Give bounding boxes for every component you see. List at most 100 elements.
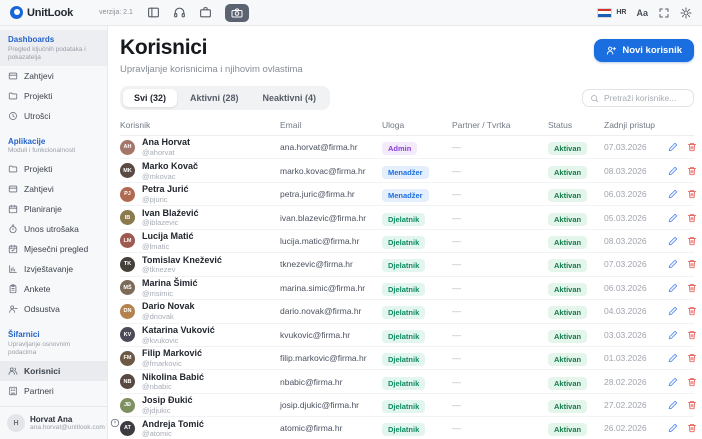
user-name: Ana Horvat — [142, 137, 191, 148]
status-badge: Aktivan — [548, 212, 588, 226]
user-name-block: Andreja Tomić @atomic — [142, 419, 204, 439]
fullscreen-icon[interactable] — [658, 7, 670, 19]
flag-hr-icon[interactable] — [597, 7, 613, 18]
sidebar-item-unos-utro-aka[interactable]: Unos utrošaka — [0, 219, 107, 239]
delete-button[interactable] — [687, 213, 697, 223]
user-handle: @dnovak — [142, 312, 174, 322]
tab-2[interactable]: Neaktivni (4) — [252, 89, 328, 107]
partner-value: — — [452, 142, 461, 153]
language-label[interactable]: HR — [616, 9, 626, 16]
table-row: JĐ Josip Đukić @jdjukic josip.djukic@firma.… — [120, 394, 697, 418]
sidebar-sections: Dashboards Pregled ključnih podataka i po… — [0, 26, 107, 406]
delete-button[interactable] — [687, 166, 697, 176]
edit-button[interactable] — [668, 259, 678, 269]
status-badge: Aktivan — [548, 165, 588, 179]
last-access-date: 26.02.2026 — [604, 423, 647, 434]
sidebar-item-partneri[interactable]: Partneri — [0, 381, 107, 401]
delete-button[interactable] — [687, 142, 697, 152]
sidebar-user-panel[interactable]: H Horvat Ana ana.horvat@unitlook.com — [0, 406, 131, 439]
sidebar-item-planiranje[interactable]: Planiranje — [0, 199, 107, 219]
role-cell: Menadžer — [382, 185, 452, 203]
avatar: LM — [120, 233, 135, 249]
sidebar-item-label: Projekti — [24, 164, 53, 175]
last-access-date: 03.03.2026 — [604, 329, 647, 340]
edit-button[interactable] — [668, 353, 678, 363]
role-badge: Djelatnik — [382, 353, 426, 367]
search-input[interactable] — [604, 93, 686, 103]
sidebar-item-projekti[interactable]: Projekti — [0, 159, 107, 179]
panel-toggle-icon[interactable] — [147, 6, 160, 19]
partner-value: — — [452, 376, 461, 387]
delete-button[interactable] — [687, 236, 697, 246]
edit-button[interactable] — [668, 306, 678, 316]
delete-button[interactable] — [687, 400, 697, 410]
user-email: filip.markovic@firma.hr — [280, 353, 367, 364]
headphones-icon[interactable] — [173, 6, 186, 19]
avatar: AH — [120, 139, 135, 155]
clipboard-icon — [8, 284, 18, 294]
sidebar-item-zahtjevi[interactable]: Zahtjevi — [0, 179, 107, 199]
tab-0[interactable]: Svi (32) — [123, 89, 178, 107]
role-cell: Admin — [382, 138, 452, 156]
last-access-date: 28.02.2026 — [604, 376, 647, 387]
last-access-date: 06.03.2026 — [604, 282, 647, 293]
folder-icon — [8, 164, 18, 174]
edit-button[interactable] — [668, 400, 678, 410]
delete-button[interactable] — [687, 283, 697, 293]
user-name-block: Josip Đukić @jdjukic — [142, 395, 193, 415]
user-name-block: Ana Horvat @ahorvat — [142, 137, 190, 157]
user-name-block: Dario Novak @dnovak — [142, 301, 195, 321]
sidebar-item-label: Zahtjevi — [24, 70, 54, 81]
user-cell: KV Katarina Vuković @kvukovic — [120, 325, 280, 345]
user-email: marko.kovac@firma.hr — [280, 165, 366, 176]
edit-button[interactable] — [668, 423, 678, 433]
edit-button[interactable] — [668, 189, 678, 199]
role-badge: Djelatnik — [382, 235, 426, 249]
sidebar-item-ankete[interactable]: Ankete — [0, 279, 107, 299]
user-handle: @lmatic — [142, 241, 170, 251]
sidebar-item-odsustva[interactable]: Odsustva — [0, 299, 107, 319]
edit-button[interactable] — [668, 330, 678, 340]
role-cell: Djelatnik — [382, 209, 452, 227]
edit-button[interactable] — [668, 377, 678, 387]
last-access-date: 07.03.2026 — [604, 142, 647, 153]
sidebar-item-korisnici[interactable]: Korisnici — [0, 361, 107, 382]
avatar: AT — [120, 420, 135, 436]
font-size-button[interactable]: Aa — [636, 8, 648, 18]
delete-button[interactable] — [687, 330, 697, 340]
sidebar-item-label: Utrošci — [24, 110, 51, 121]
role-badge: Menadžer — [382, 165, 429, 179]
camera-icon[interactable] — [224, 3, 249, 22]
edit-button[interactable] — [668, 213, 678, 223]
delete-button[interactable] — [687, 377, 697, 387]
user-name-block: Marina Šimić @msimic — [142, 278, 198, 298]
edit-button[interactable] — [668, 283, 678, 293]
user-name-block: Nikolina Babić @nbabic — [142, 372, 204, 392]
briefcase-icon[interactable] — [199, 6, 212, 19]
last-access-date: 04.03.2026 — [604, 306, 647, 317]
users-icon — [8, 366, 18, 376]
new-user-button[interactable]: Novi korisnik — [594, 39, 694, 62]
delete-button[interactable] — [687, 259, 697, 269]
table-row: NB Nikolina Babić @nbabic nbabic@firma.hr Dj… — [120, 370, 697, 394]
edit-button[interactable] — [668, 166, 678, 176]
sidebar-item-label: Korisnici — [24, 366, 61, 377]
theme-sun-icon[interactable] — [680, 7, 692, 19]
sidebar-item-projekti[interactable]: Projekti — [0, 86, 107, 106]
sidebar-item-mjese-ni-pregled[interactable]: Mjesečni pregled — [0, 239, 107, 259]
role-cell: Djelatnik — [382, 232, 452, 250]
delete-button[interactable] — [687, 306, 697, 316]
user-name: Katarina Vuković — [142, 324, 215, 335]
delete-button[interactable] — [687, 353, 697, 363]
delete-button[interactable] — [687, 423, 697, 433]
delete-button[interactable] — [687, 189, 697, 199]
user-name: Lucija Matić — [142, 231, 194, 242]
sidebar-item-label: Odsustva — [24, 304, 60, 315]
sidebar-item-izvje-tavanje[interactable]: Izvještavanje — [0, 259, 107, 279]
edit-button[interactable] — [668, 236, 678, 246]
row-actions — [668, 189, 700, 199]
edit-button[interactable] — [668, 142, 678, 152]
sidebar-item-utro-ci[interactable]: Utrošci — [0, 106, 107, 126]
sidebar-item-zahtjevi[interactable]: Zahtjevi — [0, 66, 107, 86]
tab-1[interactable]: Aktivni (28) — [179, 89, 250, 107]
